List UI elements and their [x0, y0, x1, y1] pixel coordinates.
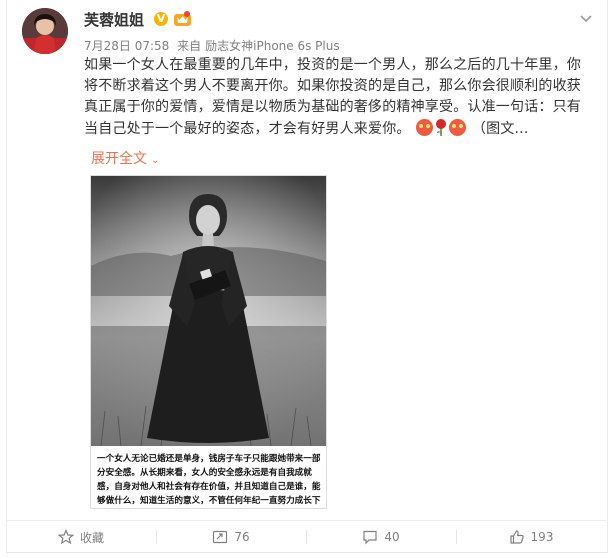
- like-count: 193: [530, 530, 554, 544]
- chevron-down-icon: ⌄: [151, 155, 160, 166]
- image-caption: 一个女人无论已婚还是单身，钱房子车子只能跟她带来一部分安全感。从长期来看，女人的…: [91, 446, 326, 508]
- rose-emoji-icon: [436, 119, 447, 136]
- expand-full-text-link[interactable]: 展开全文 ⌄: [91, 148, 159, 168]
- chevron-down-icon[interactable]: [578, 10, 594, 26]
- source-prefix: 来自: [177, 39, 202, 53]
- member-crown-icon[interactable]: [174, 11, 191, 26]
- post-image[interactable]: 一个女人无论已婚还是单身，钱房子车子只能跟她带来一部分安全感。从长期来看，女人的…: [90, 175, 327, 509]
- heart-eyes-emoji-icon: [449, 119, 467, 136]
- comment-count: 40: [384, 530, 400, 544]
- post-meta: 7月28日 07:58 来自 励志女神iPhone 6s Plus: [84, 37, 340, 54]
- heart-eyes-emoji-icon: [416, 119, 434, 136]
- post-text-suffix: （图文...: [471, 121, 529, 137]
- thumbs-up-icon: [509, 530, 524, 544]
- username[interactable]: 芙蓉姐姐: [84, 9, 144, 30]
- expand-label: 展开全文: [91, 151, 147, 167]
- favorite-button[interactable]: 收藏: [6, 521, 156, 553]
- post-text: 如果一个女人在最重要的几年中，投资的是一个男人，那么之后的几十年里，你将不断求着…: [84, 55, 594, 140]
- comment-icon: [363, 530, 377, 545]
- avatar[interactable]: [22, 8, 68, 54]
- repost-button[interactable]: 76: [156, 521, 306, 553]
- verified-badge-icon: V: [154, 12, 168, 26]
- weibo-post-card: 芙蓉姐姐 V 7月28日 07:58 来自 励志女神iPhone 6s Plus …: [6, 0, 608, 553]
- like-button[interactable]: 193: [456, 521, 606, 553]
- repost-icon: [213, 530, 228, 544]
- star-icon: [57, 529, 74, 545]
- post-source[interactable]: 励志女神iPhone 6s Plus: [205, 39, 339, 53]
- comment-button[interactable]: 40: [306, 521, 456, 553]
- post-timestamp[interactable]: 7月28日 07:58: [84, 39, 169, 53]
- action-bar: 收藏 76 40 193: [6, 520, 606, 553]
- favorite-label: 收藏: [79, 530, 104, 545]
- repost-count: 76: [234, 530, 250, 544]
- woman-reading-photo: [91, 176, 326, 446]
